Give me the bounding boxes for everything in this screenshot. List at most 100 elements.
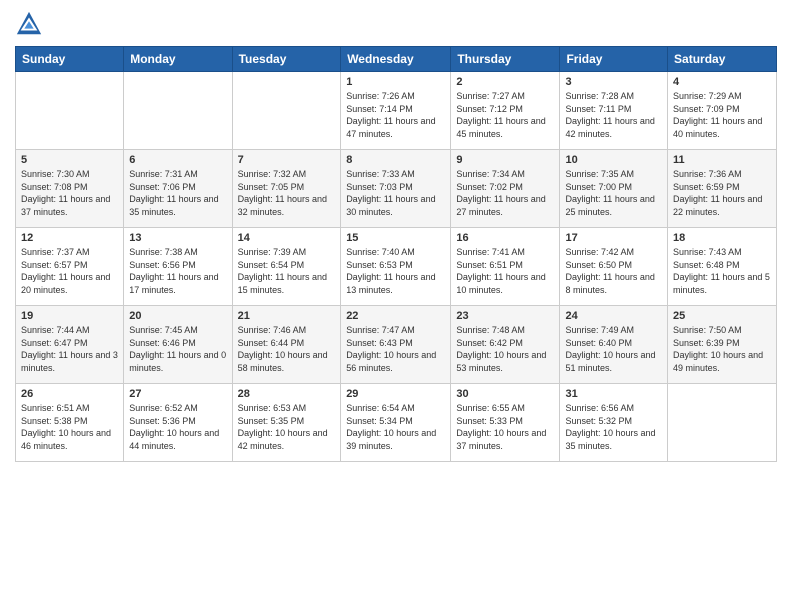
calendar-cell: 28 Sunrise: 6:53 AM Sunset: 5:35 PM Dayli… [232, 384, 341, 462]
logo-icon [15, 10, 43, 38]
calendar-cell: 16 Sunrise: 7:41 AM Sunset: 6:51 PM Dayli… [451, 228, 560, 306]
calendar-header: SundayMondayTuesdayWednesdayThursdayFrid… [16, 47, 777, 72]
cell-info: Sunrise: 7:41 AM Sunset: 6:51 PM Dayligh… [456, 246, 554, 296]
cell-info: Sunrise: 7:50 AM Sunset: 6:39 PM Dayligh… [673, 324, 771, 374]
day-number: 17 [565, 232, 662, 244]
cell-info: Sunrise: 7:38 AM Sunset: 6:56 PM Dayligh… [129, 246, 226, 296]
cell-info: Sunrise: 6:51 AM Sunset: 5:38 PM Dayligh… [21, 402, 118, 452]
header [15, 10, 777, 38]
calendar-cell: 21Sunrise: 7:46 AM Sunset: 6:44 PM Dayli… [232, 306, 341, 384]
calendar-cell: 4 Sunrise: 7:29 AM Sunset: 7:09 PM Daylig… [668, 72, 777, 150]
calendar-cell: 3 Sunrise: 7:28 AM Sunset: 7:11 PM Daylig… [560, 72, 668, 150]
cell-info: Sunrise: 7:48 AM Sunset: 6:42 PM Dayligh… [456, 324, 554, 374]
day-number: 8 [346, 154, 445, 166]
header-day-friday: Friday [560, 47, 668, 72]
header-day-monday: Monday [124, 47, 232, 72]
calendar-cell: 13 Sunrise: 7:38 AM Sunset: 6:56 PM Dayli… [124, 228, 232, 306]
cell-info: Sunrise: 7:26 AM Sunset: 7:14 PM Dayligh… [346, 90, 445, 140]
calendar-cell: 24 Sunrise: 7:49 AM Sunset: 6:40 PM Dayli… [560, 306, 668, 384]
calendar-cell: 31 Sunrise: 6:56 AM Sunset: 5:32 PM Dayli… [560, 384, 668, 462]
day-number: 23 [456, 310, 554, 322]
cell-info: Sunrise: 7:49 AM Sunset: 6:40 PM Dayligh… [565, 324, 662, 374]
cell-info: Sunrise: 7:29 AM Sunset: 7:09 PM Dayligh… [673, 90, 771, 140]
cell-info: Sunrise: 7:35 AM Sunset: 7:00 PM Dayligh… [565, 168, 662, 218]
calendar-cell: 30 Sunrise: 6:55 AM Sunset: 5:33 PM Dayli… [451, 384, 560, 462]
cell-info: Sunrise: 7:39 AM Sunset: 6:54 PM Dayligh… [238, 246, 336, 296]
cell-info: Sunrise: 7:36 AM Sunset: 6:59 PM Dayligh… [673, 168, 771, 218]
logo [15, 10, 47, 38]
cell-info: Sunrise: 6:53 AM Sunset: 5:35 PM Dayligh… [238, 402, 336, 452]
cell-info: Sunrise: 7:32 AM Sunset: 7:05 PM Dayligh… [238, 168, 336, 218]
calendar-cell: 11 Sunrise: 7:36 AM Sunset: 6:59 PM Dayli… [668, 150, 777, 228]
calendar-cell: 2Sunrise: 7:27 AM Sunset: 7:12 PM Daylig… [451, 72, 560, 150]
day-number: 6 [129, 154, 226, 166]
day-number: 29 [346, 388, 445, 400]
calendar-cell: 23 Sunrise: 7:48 AM Sunset: 6:42 PM Dayli… [451, 306, 560, 384]
week-row-1: 5 Sunrise: 7:30 AM Sunset: 7:08 PM Daylig… [16, 150, 777, 228]
calendar-cell: 17 Sunrise: 7:42 AM Sunset: 6:50 PM Dayli… [560, 228, 668, 306]
calendar-cell: 14 Sunrise: 7:39 AM Sunset: 6:54 PM Dayli… [232, 228, 341, 306]
day-number: 3 [565, 76, 662, 88]
calendar-body: 1 Sunrise: 7:26 AM Sunset: 7:14 PM Daylig… [16, 72, 777, 462]
calendar-cell: 18 Sunrise: 7:43 AM Sunset: 6:48 PM Dayli… [668, 228, 777, 306]
day-number: 21 [238, 310, 336, 322]
cell-info: Sunrise: 7:31 AM Sunset: 7:06 PM Dayligh… [129, 168, 226, 218]
day-number: 25 [673, 310, 771, 322]
header-day-tuesday: Tuesday [232, 47, 341, 72]
calendar-cell: 29Sunrise: 6:54 AM Sunset: 5:34 PM Dayli… [341, 384, 451, 462]
cell-info: Sunrise: 7:42 AM Sunset: 6:50 PM Dayligh… [565, 246, 662, 296]
day-number: 14 [238, 232, 336, 244]
calendar-cell [668, 384, 777, 462]
day-number: 30 [456, 388, 554, 400]
calendar-cell: 22 Sunrise: 7:47 AM Sunset: 6:43 PM Dayli… [341, 306, 451, 384]
day-number: 18 [673, 232, 771, 244]
cell-info: Sunrise: 6:56 AM Sunset: 5:32 PM Dayligh… [565, 402, 662, 452]
calendar-cell: 6 Sunrise: 7:31 AM Sunset: 7:06 PM Daylig… [124, 150, 232, 228]
calendar: SundayMondayTuesdayWednesdayThursdayFrid… [15, 46, 777, 462]
calendar-cell: 15Sunrise: 7:40 AM Sunset: 6:53 PM Dayli… [341, 228, 451, 306]
cell-info: Sunrise: 7:34 AM Sunset: 7:02 PM Dayligh… [456, 168, 554, 218]
cell-info: Sunrise: 7:47 AM Sunset: 6:43 PM Dayligh… [346, 324, 445, 374]
day-number: 1 [346, 76, 445, 88]
day-number: 12 [21, 232, 118, 244]
cell-info: Sunrise: 7:44 AM Sunset: 6:47 PM Dayligh… [21, 324, 118, 374]
day-number: 5 [21, 154, 118, 166]
calendar-cell: 12Sunrise: 7:37 AM Sunset: 6:57 PM Dayli… [16, 228, 124, 306]
calendar-cell [124, 72, 232, 150]
day-number: 11 [673, 154, 771, 166]
day-number: 28 [238, 388, 336, 400]
cell-info: Sunrise: 6:55 AM Sunset: 5:33 PM Dayligh… [456, 402, 554, 452]
calendar-cell: 5 Sunrise: 7:30 AM Sunset: 7:08 PM Daylig… [16, 150, 124, 228]
cell-info: Sunrise: 7:43 AM Sunset: 6:48 PM Dayligh… [673, 246, 771, 296]
page: SundayMondayTuesdayWednesdayThursdayFrid… [0, 0, 792, 612]
cell-info: Sunrise: 7:27 AM Sunset: 7:12 PM Dayligh… [456, 90, 554, 140]
calendar-cell: 19 Sunrise: 7:44 AM Sunset: 6:47 PM Dayli… [16, 306, 124, 384]
day-number: 31 [565, 388, 662, 400]
week-row-2: 12Sunrise: 7:37 AM Sunset: 6:57 PM Dayli… [16, 228, 777, 306]
calendar-cell: 9 Sunrise: 7:34 AM Sunset: 7:02 PM Daylig… [451, 150, 560, 228]
cell-info: Sunrise: 6:52 AM Sunset: 5:36 PM Dayligh… [129, 402, 226, 452]
day-number: 24 [565, 310, 662, 322]
day-number: 9 [456, 154, 554, 166]
header-day-wednesday: Wednesday [341, 47, 451, 72]
calendar-cell: 27 Sunrise: 6:52 AM Sunset: 5:36 PM Dayli… [124, 384, 232, 462]
day-number: 20 [129, 310, 226, 322]
header-day-sunday: Sunday [16, 47, 124, 72]
header-day-saturday: Saturday [668, 47, 777, 72]
week-row-3: 19 Sunrise: 7:44 AM Sunset: 6:47 PM Dayli… [16, 306, 777, 384]
calendar-cell: 25 Sunrise: 7:50 AM Sunset: 6:39 PM Dayli… [668, 306, 777, 384]
day-number: 22 [346, 310, 445, 322]
calendar-cell: 8 Sunrise: 7:33 AM Sunset: 7:03 PM Daylig… [341, 150, 451, 228]
day-number: 4 [673, 76, 771, 88]
cell-info: Sunrise: 7:28 AM Sunset: 7:11 PM Dayligh… [565, 90, 662, 140]
day-number: 13 [129, 232, 226, 244]
header-day-thursday: Thursday [451, 47, 560, 72]
day-number: 19 [21, 310, 118, 322]
cell-info: Sunrise: 7:30 AM Sunset: 7:08 PM Dayligh… [21, 168, 118, 218]
cell-info: Sunrise: 7:33 AM Sunset: 7:03 PM Dayligh… [346, 168, 445, 218]
calendar-cell: 26Sunrise: 6:51 AM Sunset: 5:38 PM Dayli… [16, 384, 124, 462]
header-row: SundayMondayTuesdayWednesdayThursdayFrid… [16, 47, 777, 72]
calendar-cell: 10Sunrise: 7:35 AM Sunset: 7:00 PM Dayli… [560, 150, 668, 228]
day-number: 27 [129, 388, 226, 400]
day-number: 16 [456, 232, 554, 244]
